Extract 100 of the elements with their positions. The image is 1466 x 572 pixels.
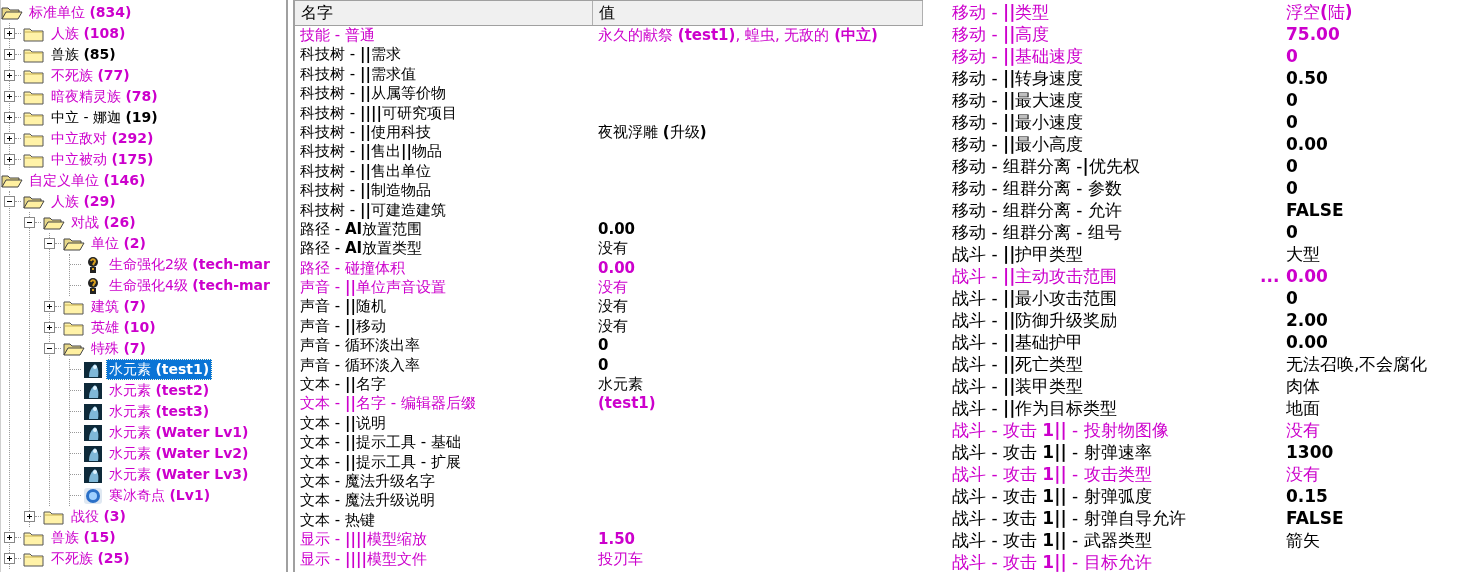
tree-item[interactable]: 水元素 (test3) — [106, 401, 213, 422]
field-name: 战斗 - ||死亡类型 — [951, 353, 1085, 375]
table-cell-text: 文本 - ||名字 - 编辑器后缀 — [299, 394, 477, 414]
column-header[interactable]: 值 — [593, 1, 923, 25]
field-value: 2.00 — [1286, 309, 1329, 331]
table-cell-text: 没有 — [597, 239, 629, 259]
table-cell-text: 水元素 — [597, 375, 644, 395]
column-header[interactable]: 名字 — [295, 1, 593, 25]
field-value: 没有 — [1286, 463, 1321, 485]
tree-item[interactable]: 水元素 (Water Lv2) — [106, 443, 252, 464]
tree-item[interactable]: 中立被动 (175) — [48, 149, 157, 170]
tree-item[interactable]: 生命强化2级 (tech-mar — [106, 254, 273, 275]
table-cell-text: 没有 — [597, 278, 629, 298]
table-cell-text: 1.50 — [597, 530, 636, 550]
table-cell-text: 科技树 - ||制造物品 — [299, 181, 432, 201]
tree-item[interactable]: 不死族 (77) — [48, 65, 133, 86]
tree-item[interactable]: 水元素 (Water Lv3) — [106, 464, 252, 485]
tree-item[interactable]: 建筑 (7) — [88, 296, 149, 317]
tree-item[interactable]: 寒冰奇点 (Lv1) — [106, 485, 214, 506]
field-name: 战斗 - 攻击 1|| - 射弹速率 — [951, 441, 1153, 463]
field-name: 战斗 - 攻击 1|| - 武器类型 — [951, 529, 1153, 551]
field-name: 移动 - ||类型 — [951, 1, 1051, 23]
tree-item[interactable]: 兽族 (85) — [48, 44, 119, 65]
field-name: 战斗 - 攻击 1|| - 射弹弧度 — [951, 485, 1153, 507]
tree-item[interactable]: 单位 (2) — [88, 233, 149, 254]
expand-toggle[interactable] — [44, 322, 55, 333]
table-cell-text: 文本 - 魔法升级名字 — [299, 472, 436, 492]
expand-toggle[interactable] — [4, 532, 15, 543]
expand-toggle[interactable] — [44, 301, 55, 312]
field-name: 移动 - ||最大速度 — [951, 89, 1085, 111]
collapse-toggle[interactable] — [24, 217, 35, 228]
expand-toggle[interactable] — [4, 91, 15, 102]
field-value: 0.50 — [1286, 67, 1329, 89]
field-name: 移动 - ||转身速度 — [951, 67, 1085, 89]
table-cell-text: 路径 - 碰撞体积 — [299, 258, 406, 279]
table-cell-text: 科技树 - ||需求值 — [299, 64, 417, 85]
tree-item[interactable]: 战役 (3) — [68, 506, 129, 527]
tree-item[interactable]: 中立敌对 (292) — [48, 128, 157, 149]
collapse-toggle[interactable] — [44, 238, 55, 249]
field-name: 移动 - ||最小高度 — [951, 133, 1085, 155]
field-value: 浮空(陆) — [1286, 1, 1354, 23]
tree-item[interactable]: 不死族 (25) — [48, 548, 133, 569]
field-value: 地面 — [1286, 397, 1321, 419]
tree-item[interactable]: 生命强化4级 (tech-mar — [106, 275, 273, 296]
table-cell-text: 文本 - 热键 — [299, 510, 376, 531]
expand-toggle[interactable] — [24, 511, 35, 522]
table-cell-text: 声音 - ||随机 — [299, 297, 387, 317]
expand-toggle[interactable] — [4, 553, 15, 564]
expand-toggle[interactable] — [4, 28, 15, 39]
tree-item[interactable]: 暗夜精灵族 (78) — [48, 86, 161, 107]
table-cell-text: 没有 — [597, 316, 629, 337]
table-cell-text: 0.00 — [597, 258, 636, 279]
field-name: 战斗 - ||防御升级奖励 — [951, 309, 1119, 331]
tree-item[interactable]: 兽族 (15) — [48, 527, 119, 548]
field-name: 移动 - ||基础速度 — [951, 45, 1085, 67]
tree-item[interactable]: 标准单位 (834) — [26, 2, 135, 23]
tree-item[interactable]: 中立 - 娜迦 (19) — [48, 107, 161, 128]
field-value: 没有 — [1286, 419, 1321, 441]
tree-item[interactable]: 对战 (26) — [68, 212, 139, 233]
tree-item[interactable]: 自定义单位 (146) — [26, 170, 149, 191]
table-cell-text: 科技树 - ||可建造建筑 — [299, 200, 447, 220]
field-value: 0.15 — [1286, 485, 1329, 507]
tree-item[interactable]: 水元素 (test2) — [106, 380, 213, 401]
tree-item[interactable]: 英雄 (10) — [88, 317, 159, 338]
tree-item[interactable]: 人族 (108) — [48, 23, 129, 44]
table-cell-text: 科技树 - ||||可研究项目 — [299, 103, 458, 123]
expand-toggle[interactable] — [4, 49, 15, 60]
tree-item[interactable]: 特殊 (7) — [88, 338, 149, 359]
field-value: 0 — [1286, 221, 1299, 243]
portrait-icon — [83, 423, 103, 442]
field-name: 战斗 - 攻击 1|| - 目标允许 — [951, 551, 1153, 572]
tree-item[interactable]: 水元素 (test1) — [106, 359, 213, 380]
table-cell-text: 声音 - 循环淡入率 — [299, 355, 421, 376]
field-name: 战斗 - ||护甲类型 — [951, 243, 1085, 265]
portrait-icon — [83, 465, 103, 484]
expand-toggle[interactable] — [4, 133, 15, 144]
expand-toggle[interactable] — [4, 154, 15, 165]
tree-item[interactable]: 水元素 (Water Lv1) — [106, 422, 252, 443]
field-value: 肉体 — [1286, 375, 1321, 397]
table-cell-text: 文本 - 魔法升级说明 — [299, 491, 436, 511]
field-value: 0.00 — [1286, 133, 1329, 155]
table-cell-text: 投刃车 — [597, 549, 644, 569]
tree-item[interactable]: 人族 (29) — [48, 191, 119, 212]
table-cell-text: 科技树 - ||使用科技 — [299, 122, 432, 143]
collapse-toggle[interactable] — [44, 343, 55, 354]
field-value: 0.00 — [1286, 331, 1329, 353]
table-cell-text: 路径 - AI放置类型 — [299, 239, 424, 259]
collapse-toggle[interactable] — [4, 196, 15, 207]
table-cell-text: 声音 - ||单位声音设置 — [299, 278, 447, 298]
field-value: 0 — [1286, 155, 1299, 177]
table-cell-text: 0 — [597, 355, 610, 376]
table-cell-text: 科技树 - ||需求 — [299, 45, 402, 65]
expand-toggle[interactable] — [4, 112, 15, 123]
ellipsis-marker[interactable]: ... — [1260, 266, 1280, 286]
table-cell-text: 0 — [597, 336, 610, 356]
field-name: 战斗 - 攻击 1|| - 攻击类型 — [951, 463, 1153, 485]
expand-toggle[interactable] — [4, 70, 15, 81]
table-cell-text: 文本 - ||提示工具 - 基础 — [299, 433, 462, 453]
table-cell-text: 科技树 - ||从属等价物 — [299, 84, 447, 104]
table-cell-text: 科技树 - ||售出||物品 — [299, 142, 443, 162]
